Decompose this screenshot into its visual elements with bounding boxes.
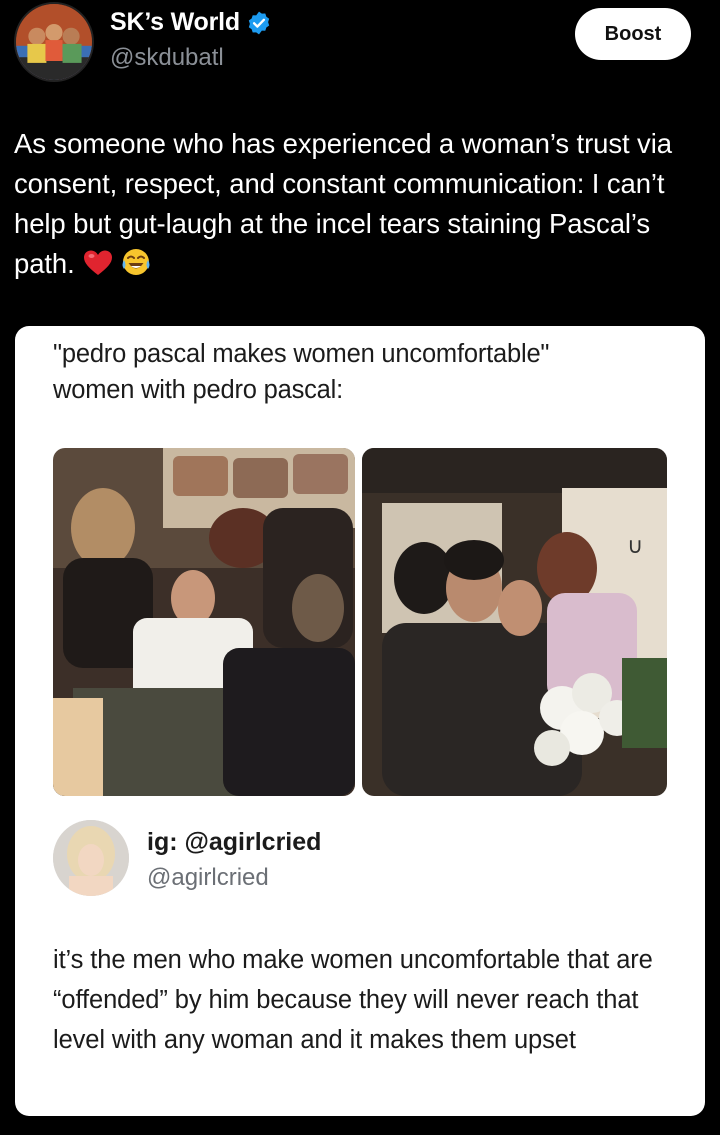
post-header: SK’s World @skdubatl Boost <box>0 0 720 100</box>
meme-caption-line-2: women with pedro pascal: <box>53 376 344 404</box>
quoted-text: it’s the men who make women uncomfortabl… <box>53 946 653 1054</box>
tears-of-joy-emoji <box>121 247 151 288</box>
embedded-image-card[interactable]: "pedro pascal makes women uncomfortable"… <box>15 326 705 1116</box>
post-text: As someone who has experienced a woman’s… <box>14 124 714 288</box>
meme-caption: "pedro pascal makes women uncomfortable"… <box>53 336 693 408</box>
avatar-image <box>16 4 92 80</box>
display-name-row: SK’s World <box>110 8 272 37</box>
quoted-handle: @agirlcried <box>147 864 269 891</box>
display-name[interactable]: SK’s World <box>110 8 240 37</box>
svg-text:∪: ∪ <box>627 534 643 559</box>
photo-group-on-couch[interactable] <box>53 448 355 796</box>
profile-avatar[interactable] <box>14 2 94 82</box>
red-heart-emoji <box>83 248 113 288</box>
verified-badge-icon <box>246 10 272 36</box>
quoted-name: ig: @agirlcried <box>147 828 322 856</box>
photo-group-hug-with-flowers[interactable]: ∪ <box>362 448 667 796</box>
post-body: As someone who has experienced a woman’s… <box>14 128 672 279</box>
meme-caption-line-1: "pedro pascal makes women uncomfortable" <box>53 340 550 368</box>
quoted-avatar[interactable] <box>53 820 129 896</box>
user-handle[interactable]: @skdubatl <box>110 44 224 72</box>
boost-button[interactable]: Boost <box>575 8 691 60</box>
